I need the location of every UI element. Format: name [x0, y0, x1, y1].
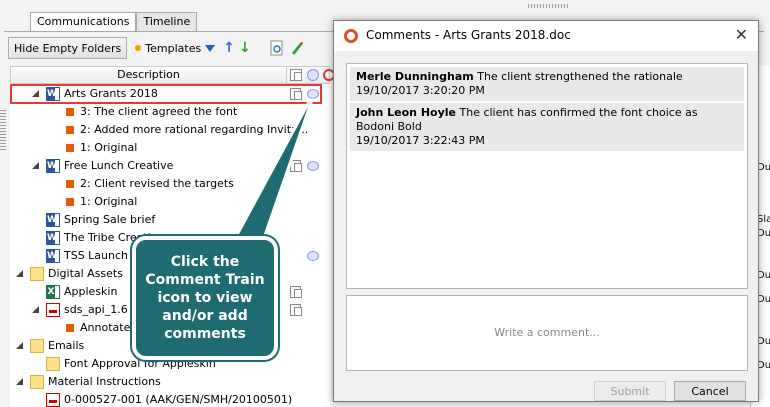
- tree-row-label: Emails: [48, 339, 85, 352]
- comment-text: The client strengthened the rationale: [477, 70, 683, 83]
- selected-row-highlight: [10, 84, 322, 104]
- dialog-titlebar[interactable]: Comments - Arts Grants 2018.doc ✕: [334, 21, 758, 51]
- tree-row-free-lunch[interactable]: Free Lunch Creative: [10, 157, 330, 175]
- comment-item: Merle Dunningham The client strengthened…: [350, 67, 744, 101]
- tree-row-label: Annotate: [80, 321, 131, 334]
- callout-text: Click the Comment Train icon to view and…: [145, 254, 265, 342]
- tree-row-label: sds_api_1.6: [64, 303, 128, 316]
- folder-icon: [30, 375, 44, 389]
- dialog-title: Comments - Arts Grants 2018.doc: [366, 28, 571, 42]
- pdf-icon: [46, 303, 60, 317]
- comments-dialog: Comments - Arts Grants 2018.doc ✕ Merle …: [333, 20, 759, 402]
- hide-empty-folders-button[interactable]: Hide Empty Folders: [8, 37, 128, 59]
- comment-train-icon[interactable]: [307, 161, 319, 171]
- comment-author: Merle Dunningham: [356, 70, 474, 83]
- version-marker-icon: [66, 126, 74, 134]
- comment-item: John Leon Hoyle The client has confirmed…: [350, 103, 744, 151]
- excel-icon: [46, 285, 60, 299]
- pdf-icon: [46, 393, 60, 407]
- submit-button[interactable]: Submit: [594, 381, 666, 401]
- tree-row-label: 1: Original: [80, 141, 138, 154]
- folder-icon: [30, 267, 44, 281]
- app-logo-icon: [344, 29, 358, 43]
- versions-icon[interactable]: [290, 160, 302, 172]
- dialog-body: Merle Dunningham The client strengthened…: [334, 51, 758, 401]
- versions-icon[interactable]: [290, 304, 302, 316]
- tree-row-version[interactable]: 2: Added more rational regarding Invita.…: [10, 121, 330, 139]
- version-marker-icon: [66, 324, 74, 332]
- collapse-icon[interactable]: [32, 162, 40, 170]
- version-marker-icon: [66, 180, 74, 188]
- collapse-icon[interactable]: [16, 378, 24, 386]
- tree-row-label: Material Instructions: [48, 375, 161, 388]
- grid-header: Description: [10, 66, 335, 84]
- collapse-icon[interactable]: [16, 270, 24, 278]
- tree-row-label: 1: Original: [80, 195, 138, 208]
- comment-author: John Leon Hoyle: [356, 106, 456, 119]
- preview-icon[interactable]: [269, 40, 285, 56]
- move-up-icon[interactable]: ↑: [223, 40, 235, 56]
- tree-row-label: 2: Client revised the targets: [80, 177, 234, 190]
- versions-column-icon[interactable]: [290, 69, 302, 81]
- tree-row-material-instructions[interactable]: Material Instructions: [10, 373, 330, 391]
- tree-row-label: 0-000527-001 (AAK/GEN/SMH/20100501): [64, 393, 293, 406]
- tree-row-label: TSS Launch: [64, 249, 129, 262]
- comment-timestamp: 19/10/2017 3:22:43 PM: [356, 134, 485, 147]
- versions-icon[interactable]: [290, 286, 302, 298]
- tree-row-label: 2: Added more rational regarding Invita.…: [80, 123, 309, 136]
- help-callout: Click the Comment Train icon to view and…: [132, 236, 278, 360]
- comment-compose-box: [346, 295, 748, 371]
- collapse-icon[interactable]: [16, 342, 24, 350]
- tree-row-label: Spring Sale brief: [64, 213, 156, 226]
- dropdown-arrow-icon: [205, 44, 216, 52]
- tree-row-version[interactable]: 2: Client revised the targets: [10, 175, 330, 193]
- left-resize-grip[interactable]: [0, 110, 6, 150]
- tree-row-label: 3: The client agreed the font: [80, 105, 238, 118]
- tree-row-material-doc[interactable]: 0-000527-001 (AAK/GEN/SMH/20100501): [10, 391, 330, 407]
- comments-list[interactable]: Merle Dunningham The client strengthened…: [346, 63, 748, 289]
- tab-strip: Communications Timeline: [30, 12, 198, 32]
- top-resize-grip[interactable]: [528, 4, 568, 8]
- tab-communications[interactable]: Communications: [30, 12, 137, 32]
- close-icon[interactable]: ✕: [735, 25, 748, 44]
- version-marker-icon: [66, 198, 74, 206]
- tree-row-label: Appleskin: [64, 285, 118, 298]
- comments-column-icon[interactable]: [307, 69, 319, 81]
- tree-row-label: Free Lunch Creative: [64, 159, 174, 172]
- tree-row-version[interactable]: 1: Original: [10, 139, 330, 157]
- edit-pencil-icon[interactable]: [289, 40, 305, 56]
- word-doc-icon: [46, 249, 60, 263]
- version-marker-icon: [66, 108, 74, 116]
- comment-train-icon[interactable]: [307, 251, 319, 261]
- email-icon: [46, 357, 60, 371]
- templates-label: Templates: [145, 41, 202, 55]
- comment-timestamp: 19/10/2017 3:20:20 PM: [356, 84, 485, 97]
- tree-row-spring-sale[interactable]: Spring Sale brief: [10, 211, 330, 229]
- comment-input[interactable]: [347, 296, 747, 370]
- folder-icon: [30, 339, 44, 353]
- description-column-header[interactable]: Description: [11, 67, 287, 83]
- version-marker-icon: [66, 144, 74, 152]
- templates-menu[interactable]: Templates: [131, 37, 219, 59]
- word-doc-icon: [46, 159, 60, 173]
- collapse-icon[interactable]: [32, 306, 40, 314]
- move-down-icon[interactable]: ↓: [239, 40, 251, 56]
- tree-row-version[interactable]: 3: The client agreed the font: [10, 103, 330, 121]
- tab-timeline[interactable]: Timeline: [136, 12, 198, 31]
- word-doc-icon: [46, 213, 60, 227]
- tree-row-label: Digital Assets: [48, 267, 123, 280]
- templates-icon: [135, 45, 142, 51]
- cancel-button[interactable]: Cancel: [674, 381, 746, 401]
- tree-row-version[interactable]: 1: Original: [10, 193, 330, 211]
- word-doc-icon: [46, 231, 60, 245]
